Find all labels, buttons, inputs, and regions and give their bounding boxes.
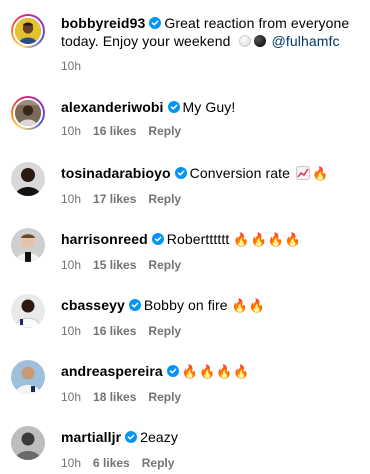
comment-meta: 10h 15 likes Reply — [61, 258, 193, 272]
comment-meta: 10h 18 likes Reply — [61, 390, 193, 404]
comment-item: harrisonreed Robertttttt 🔥🔥🔥🔥 10h 15 likes… — [0, 228, 370, 290]
verified-badge-icon — [151, 233, 164, 245]
avatar-container[interactable] — [11, 294, 45, 328]
story-ring[interactable] — [11, 14, 45, 48]
comment-text: Bobby on fire — [143, 297, 232, 313]
comment-body: andreaspereira 🔥🔥🔥🔥 — [61, 362, 361, 382]
avatar-container[interactable] — [11, 162, 45, 196]
likes-count[interactable]: 17 likes — [93, 192, 136, 206]
verified-badge-icon — [174, 167, 187, 179]
comment-body: alexanderiwobi My Guy! — [61, 98, 361, 116]
comment-time: 10h — [61, 258, 82, 272]
comment-item: bobbyreid93 Great reaction from everyone … — [0, 14, 370, 76]
comment-body: bobbyreid93 Great reaction from everyone … — [61, 14, 361, 50]
comment-username[interactable]: cbasseyy — [61, 297, 125, 313]
comment-time: 10h — [61, 59, 82, 73]
reply-button[interactable]: Reply — [148, 324, 181, 338]
likes-count[interactable]: 16 likes — [93, 324, 136, 338]
comment-body: tosinadarabioyo Conversion rate 🔥 — [61, 164, 361, 184]
avatar-container[interactable] — [11, 426, 45, 460]
comment-time: 10h — [61, 124, 82, 138]
comment-meta: 10h 16 likes Reply — [61, 324, 193, 338]
fire-emoji: 🔥🔥 — [231, 299, 267, 314]
verified-badge-icon — [125, 431, 138, 443]
comment-username[interactable]: andreaspereira — [61, 363, 163, 379]
avatar[interactable] — [13, 98, 43, 128]
avatar-container[interactable] — [11, 228, 45, 262]
comment-meta: 10h 6 likes Reply — [61, 456, 186, 470]
avatar[interactable] — [11, 360, 45, 394]
comment-meta: 10h 17 likes Reply — [61, 192, 193, 206]
likes-count[interactable]: 16 likes — [93, 124, 136, 138]
avatar-container[interactable] — [11, 360, 45, 394]
comment-username[interactable]: tosinadarabioyo — [61, 165, 171, 181]
verified-badge-icon — [128, 299, 141, 311]
likes-count[interactable]: 15 likes — [93, 258, 136, 272]
verified-badge-icon — [167, 101, 180, 113]
comment-time: 10h — [61, 456, 82, 470]
comment-username[interactable]: alexanderiwobi — [61, 99, 164, 115]
avatar[interactable] — [11, 294, 45, 328]
reply-button[interactable]: Reply — [148, 124, 181, 138]
fire-emoji: 🔥 — [311, 167, 330, 182]
likes-count[interactable]: 6 likes — [93, 456, 130, 470]
comment-text: Robertttttt — [166, 231, 234, 247]
black-circle-emoji — [253, 35, 266, 47]
comment-time: 10h — [61, 390, 82, 404]
chart-increasing-emoji — [295, 166, 310, 180]
story-ring[interactable] — [11, 96, 45, 130]
comment-item: alexanderiwobi My Guy! 10h 16 likes Reply — [0, 96, 370, 158]
comment-text: Conversion rate — [189, 165, 294, 181]
likes-count[interactable]: 18 likes — [93, 390, 136, 404]
comment-item: cbasseyy Bobby on fire 🔥🔥 10h 16 likes Repl… — [0, 294, 370, 356]
reply-button[interactable]: Reply — [148, 192, 181, 206]
reply-button[interactable]: Reply — [148, 258, 181, 272]
white-circle-emoji — [238, 35, 251, 47]
verified-badge-icon — [166, 365, 179, 377]
comment-time: 10h — [61, 192, 82, 206]
avatar[interactable] — [11, 228, 45, 262]
avatar[interactable] — [13, 16, 43, 46]
reply-button[interactable]: Reply — [148, 390, 181, 404]
fire-emoji: 🔥🔥🔥🔥 — [233, 233, 303, 248]
comment-body: martialljr 2eazy — [61, 428, 361, 446]
comment-time: 10h — [61, 324, 82, 338]
comment-body: harrisonreed Robertttttt 🔥🔥🔥🔥 — [61, 230, 361, 250]
comment-meta: 10h 16 likes Reply — [61, 124, 193, 138]
avatar[interactable] — [11, 426, 45, 460]
comment-username[interactable]: harrisonreed — [61, 231, 148, 247]
reply-button[interactable]: Reply — [142, 456, 175, 470]
comment-username[interactable]: martialljr — [61, 429, 121, 445]
comment-meta: 10h — [61, 59, 93, 73]
fire-emoji: 🔥🔥🔥🔥 — [181, 365, 251, 380]
comment-item: andreaspereira 🔥🔥🔥🔥 10h 18 likes Reply — [0, 360, 370, 422]
comment-item: martialljr 2eazy 10h 6 likes Reply — [0, 426, 370, 474]
comment-body: cbasseyy Bobby on fire 🔥🔥 — [61, 296, 361, 316]
comment-username[interactable]: bobbyreid93 — [61, 15, 145, 31]
verified-badge-icon — [149, 17, 162, 29]
comment-text: My Guy! — [182, 99, 236, 115]
comment-text: 2eazy — [140, 429, 178, 445]
avatar[interactable] — [11, 162, 45, 196]
mention-link[interactable]: @fulhamfc — [272, 33, 340, 49]
comment-item: tosinadarabioyo Conversion rate 🔥 10h 17 l… — [0, 162, 370, 224]
